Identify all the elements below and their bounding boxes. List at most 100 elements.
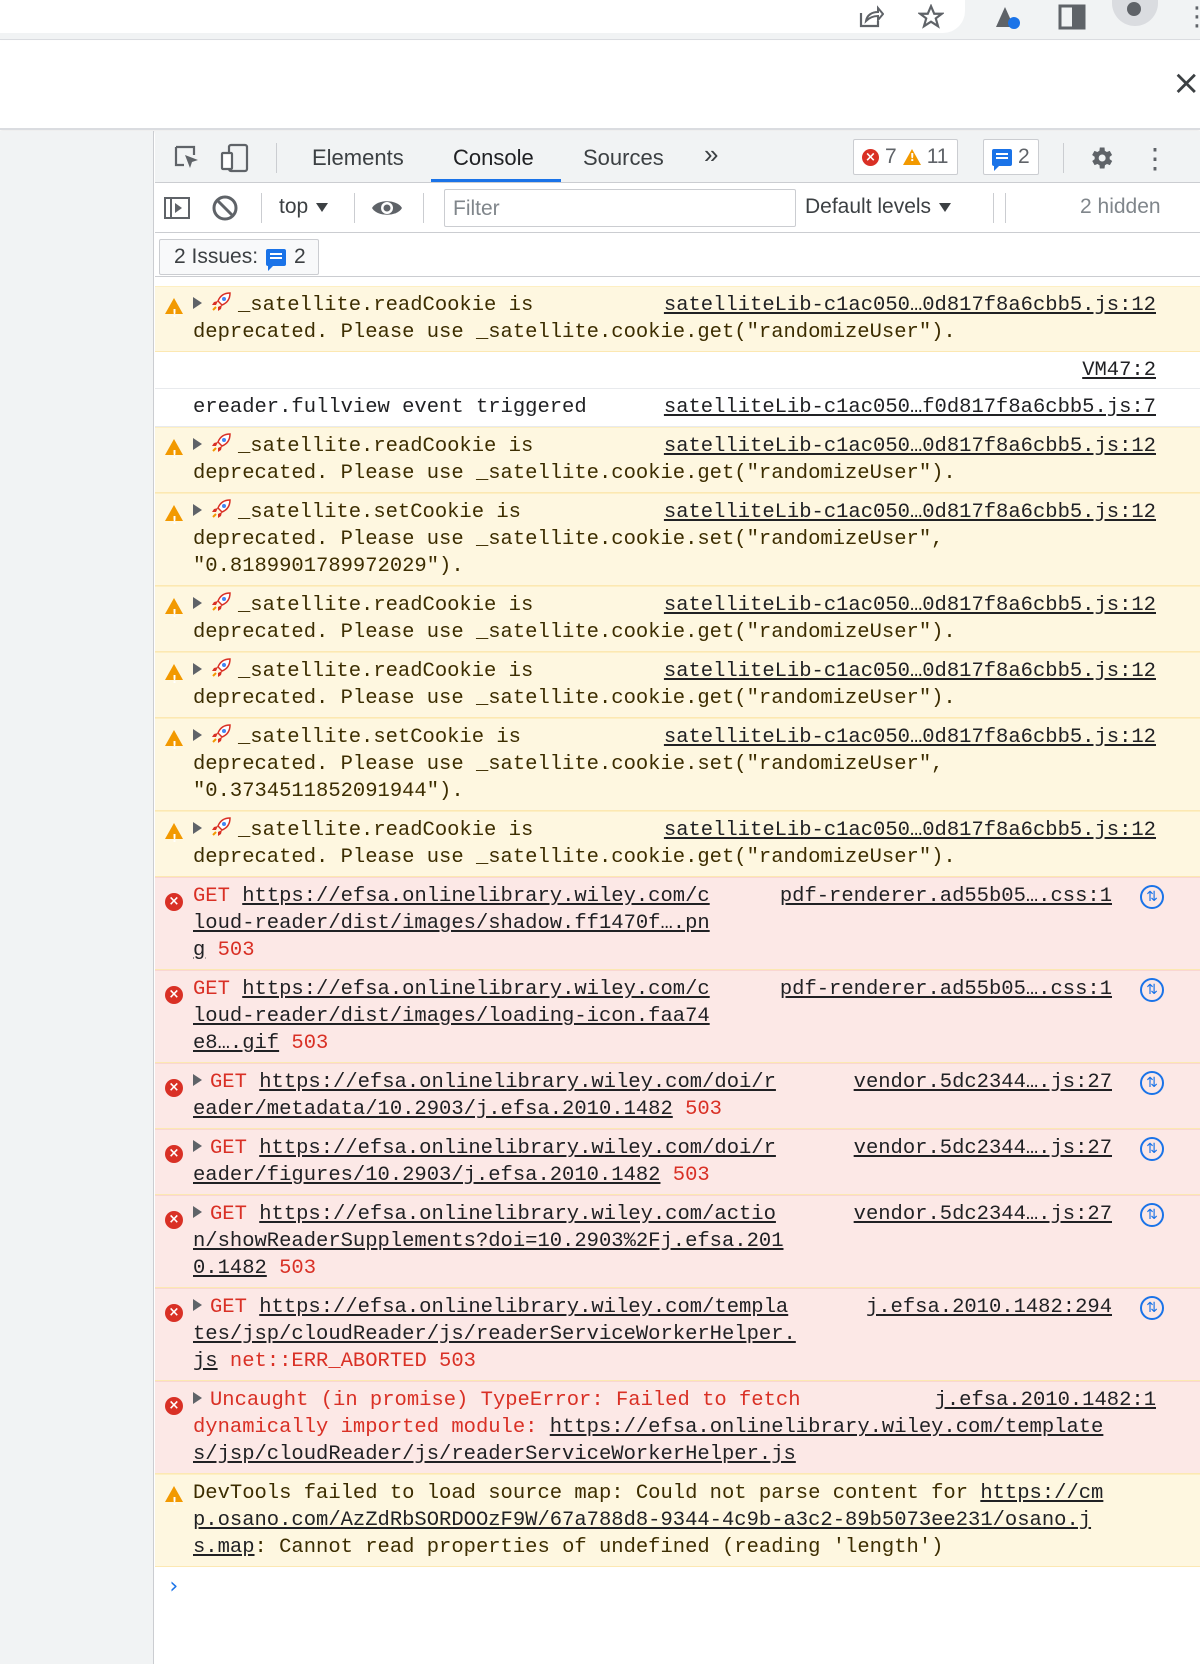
sourcemap-url[interactable]: s.map <box>193 1536 255 1559</box>
expand-arrow-icon[interactable] <box>193 437 202 450</box>
source-link[interactable]: satelliteLib-c1ac050…f0d817f8a6cbb5.js:7 <box>664 394 1156 421</box>
source-link[interactable]: satelliteLib-c1ac050…0d817f8a6cbb5.js:12 <box>664 499 1156 526</box>
source-link[interactable]: j.efsa.2010.1482:294 <box>866 1294 1112 1321</box>
expand-arrow-icon[interactable] <box>193 728 202 741</box>
address-bar-end[interactable] <box>0 0 965 33</box>
toolbar-divider <box>423 193 424 223</box>
more-tabs-icon[interactable]: » <box>704 139 718 179</box>
source-link[interactable]: satelliteLib-c1ac050…0d817f8a6cbb5.js:12 <box>664 292 1156 319</box>
source-link[interactable]: vendor.5dc2344….js:27 <box>854 1135 1112 1162</box>
message-line: deprecated. Please use _satellite.cookie… <box>193 619 1190 646</box>
console-warning-row: satelliteLib-c1ac050…0d817f8a6cbb5.js:12… <box>155 586 1200 652</box>
device-toolbar-icon[interactable] <box>217 141 253 175</box>
tab-elements[interactable]: Elements <box>312 143 404 183</box>
expand-arrow-icon[interactable] <box>193 1391 202 1404</box>
request-url[interactable]: e8….gif <box>193 1032 279 1055</box>
close-icon[interactable]: × <box>1172 63 1200 103</box>
request-url[interactable]: eader/figures/10.2903/j.efsa.2010.1482 <box>193 1164 660 1187</box>
request-url[interactable]: n/showReaderSupplements?doi=10.2903%2Fj.… <box>193 1230 784 1253</box>
rocket-icon <box>210 498 232 520</box>
clear-console-icon[interactable] <box>207 191 243 225</box>
source-link[interactable]: satelliteLib-c1ac050…0d817f8a6cbb5.js:12 <box>664 592 1156 619</box>
bookmark-star-icon[interactable] <box>916 2 946 32</box>
share-icon[interactable] <box>856 2 886 32</box>
settings-gear-icon[interactable] <box>1083 141 1119 175</box>
source-link[interactable]: satelliteLib-c1ac050…0d817f8a6cbb5.js:12 <box>664 433 1156 460</box>
expand-arrow-icon[interactable] <box>193 1139 202 1152</box>
log-levels-dropdown[interactable]: Default levels <box>805 195 952 219</box>
message-text: deprecated. Please use _satellite.cookie… <box>193 528 944 551</box>
request-url[interactable]: https://efsa.onlinelibrary.wiley.com/act… <box>259 1203 776 1226</box>
request-url[interactable]: eader/metadata/10.2903/j.efsa.2010.1482 <box>193 1098 673 1121</box>
live-expression-eye-icon[interactable] <box>369 191 405 225</box>
extension-icon[interactable] <box>992 2 1022 32</box>
warning-icon <box>165 296 183 327</box>
request-url[interactable]: https://efsa.onlinelibrary.wiley.com/c <box>242 885 709 908</box>
expand-arrow-icon[interactable] <box>193 596 202 609</box>
service-worker-icon[interactable]: ⇅ <box>1140 1137 1164 1161</box>
profile-avatar-icon[interactable] <box>1112 0 1158 26</box>
sidebar-toggle-icon[interactable] <box>159 191 195 225</box>
source-link[interactable]: satelliteLib-c1ac050…0d817f8a6cbb5.js:12 <box>664 724 1156 751</box>
message-text: _satellite.readCookie is <box>238 660 534 683</box>
filter-input[interactable]: Filter <box>444 189 796 227</box>
service-worker-icon[interactable]: ⇅ <box>1140 885 1164 909</box>
module-url[interactable]: s/jsp/cloudReader/js/readerServiceWorker… <box>193 1443 796 1466</box>
devtools-menu-icon[interactable]: ⋮ <box>1137 141 1173 175</box>
source-link[interactable]: vendor.5dc2344….js:27 <box>854 1069 1112 1096</box>
expand-arrow-icon[interactable] <box>193 296 202 309</box>
warning-icon <box>165 596 183 627</box>
devtools-panel: Elements Console Sources » × 7 11 2 ⋮ to… <box>155 131 1200 1664</box>
message-line: loud-reader/dist/images/shadow.ff1470f….… <box>193 910 1190 937</box>
expand-arrow-icon[interactable] <box>193 1073 202 1086</box>
expand-arrow-icon[interactable] <box>193 821 202 834</box>
request-url[interactable]: loud-reader/dist/images/shadow.ff1470f….… <box>193 912 710 935</box>
service-worker-icon[interactable]: ⇅ <box>1140 978 1164 1002</box>
issues-counter[interactable]: 2 <box>983 139 1039 175</box>
browser-menu-icon[interactable]: ⋮ <box>1182 2 1200 32</box>
source-link[interactable]: satelliteLib-c1ac050…0d817f8a6cbb5.js:12 <box>664 817 1156 844</box>
request-url[interactable]: loud-reader/dist/images/loading-icon.faa… <box>193 1005 710 1028</box>
context-selector[interactable]: top <box>279 195 329 219</box>
rocket-icon <box>210 291 232 313</box>
message-line: eader/metadata/10.2903/j.efsa.2010.1482 … <box>193 1096 1190 1123</box>
request-url[interactable]: https://efsa.onlinelibrary.wiley.com/doi… <box>259 1137 776 1160</box>
request-url[interactable]: 0.1482 <box>193 1257 267 1280</box>
source-link[interactable]: pdf-renderer.ad55b05….css:1 <box>780 883 1112 910</box>
side-panel-icon[interactable] <box>1057 2 1087 32</box>
request-method: GET <box>210 1071 260 1094</box>
source-link[interactable]: pdf-renderer.ad55b05….css:1 <box>780 976 1112 1003</box>
source-link[interactable]: vendor.5dc2344….js:27 <box>854 1201 1112 1228</box>
request-url[interactable]: js <box>193 1350 218 1373</box>
tab-console[interactable]: Console <box>453 143 534 183</box>
source-link[interactable]: VM47:2 <box>1082 357 1156 384</box>
module-url[interactable]: https://efsa.onlinelibrary.wiley.com/tem… <box>550 1416 1104 1439</box>
chevron-down-icon <box>939 202 952 212</box>
error-icon: × <box>165 1205 183 1232</box>
issues-button[interactable]: 2 Issues: 2 <box>159 239 319 275</box>
tab-sources[interactable]: Sources <box>583 143 664 183</box>
request-url[interactable]: g <box>193 939 205 962</box>
console-prompt[interactable]: › <box>155 1567 1200 1607</box>
hidden-count: 2 hidden <box>1080 195 1161 218</box>
console-warning-row: satelliteLib-c1ac050…0d817f8a6cbb5.js:12… <box>155 493 1200 586</box>
sourcemap-url[interactable]: p.osano.com/AzZdRbSORDOOzF9W/67a788d8-93… <box>193 1509 1091 1532</box>
service-worker-icon[interactable]: ⇅ <box>1140 1203 1164 1227</box>
expand-arrow-icon[interactable] <box>193 1298 202 1311</box>
request-url[interactable]: tes/jsp/cloudReader/js/readerServiceWork… <box>193 1323 796 1346</box>
error-warning-counter[interactable]: × 7 11 <box>853 139 958 175</box>
source-link[interactable]: j.efsa.2010.1482:1 <box>935 1387 1156 1414</box>
expand-arrow-icon[interactable] <box>193 662 202 675</box>
request-url[interactable]: https://efsa.onlinelibrary.wiley.com/doi… <box>259 1071 776 1094</box>
sourcemap-url[interactable]: https://cm <box>980 1482 1103 1505</box>
service-worker-icon[interactable]: ⇅ <box>1140 1071 1164 1095</box>
console-warning-row: satelliteLib-c1ac050…0d817f8a6cbb5.js:12… <box>155 427 1200 493</box>
inspect-element-icon[interactable] <box>169 141 205 175</box>
source-link[interactable]: satelliteLib-c1ac050…0d817f8a6cbb5.js:12 <box>664 658 1156 685</box>
expand-arrow-icon[interactable] <box>193 1205 202 1218</box>
expand-arrow-icon[interactable] <box>193 503 202 516</box>
request-url[interactable]: https://efsa.onlinelibrary.wiley.com/c <box>242 978 709 1001</box>
request-url[interactable]: https://efsa.onlinelibrary.wiley.com/tem… <box>259 1296 788 1319</box>
service-worker-icon[interactable]: ⇅ <box>1140 1296 1164 1320</box>
warning-icon <box>165 503 183 534</box>
